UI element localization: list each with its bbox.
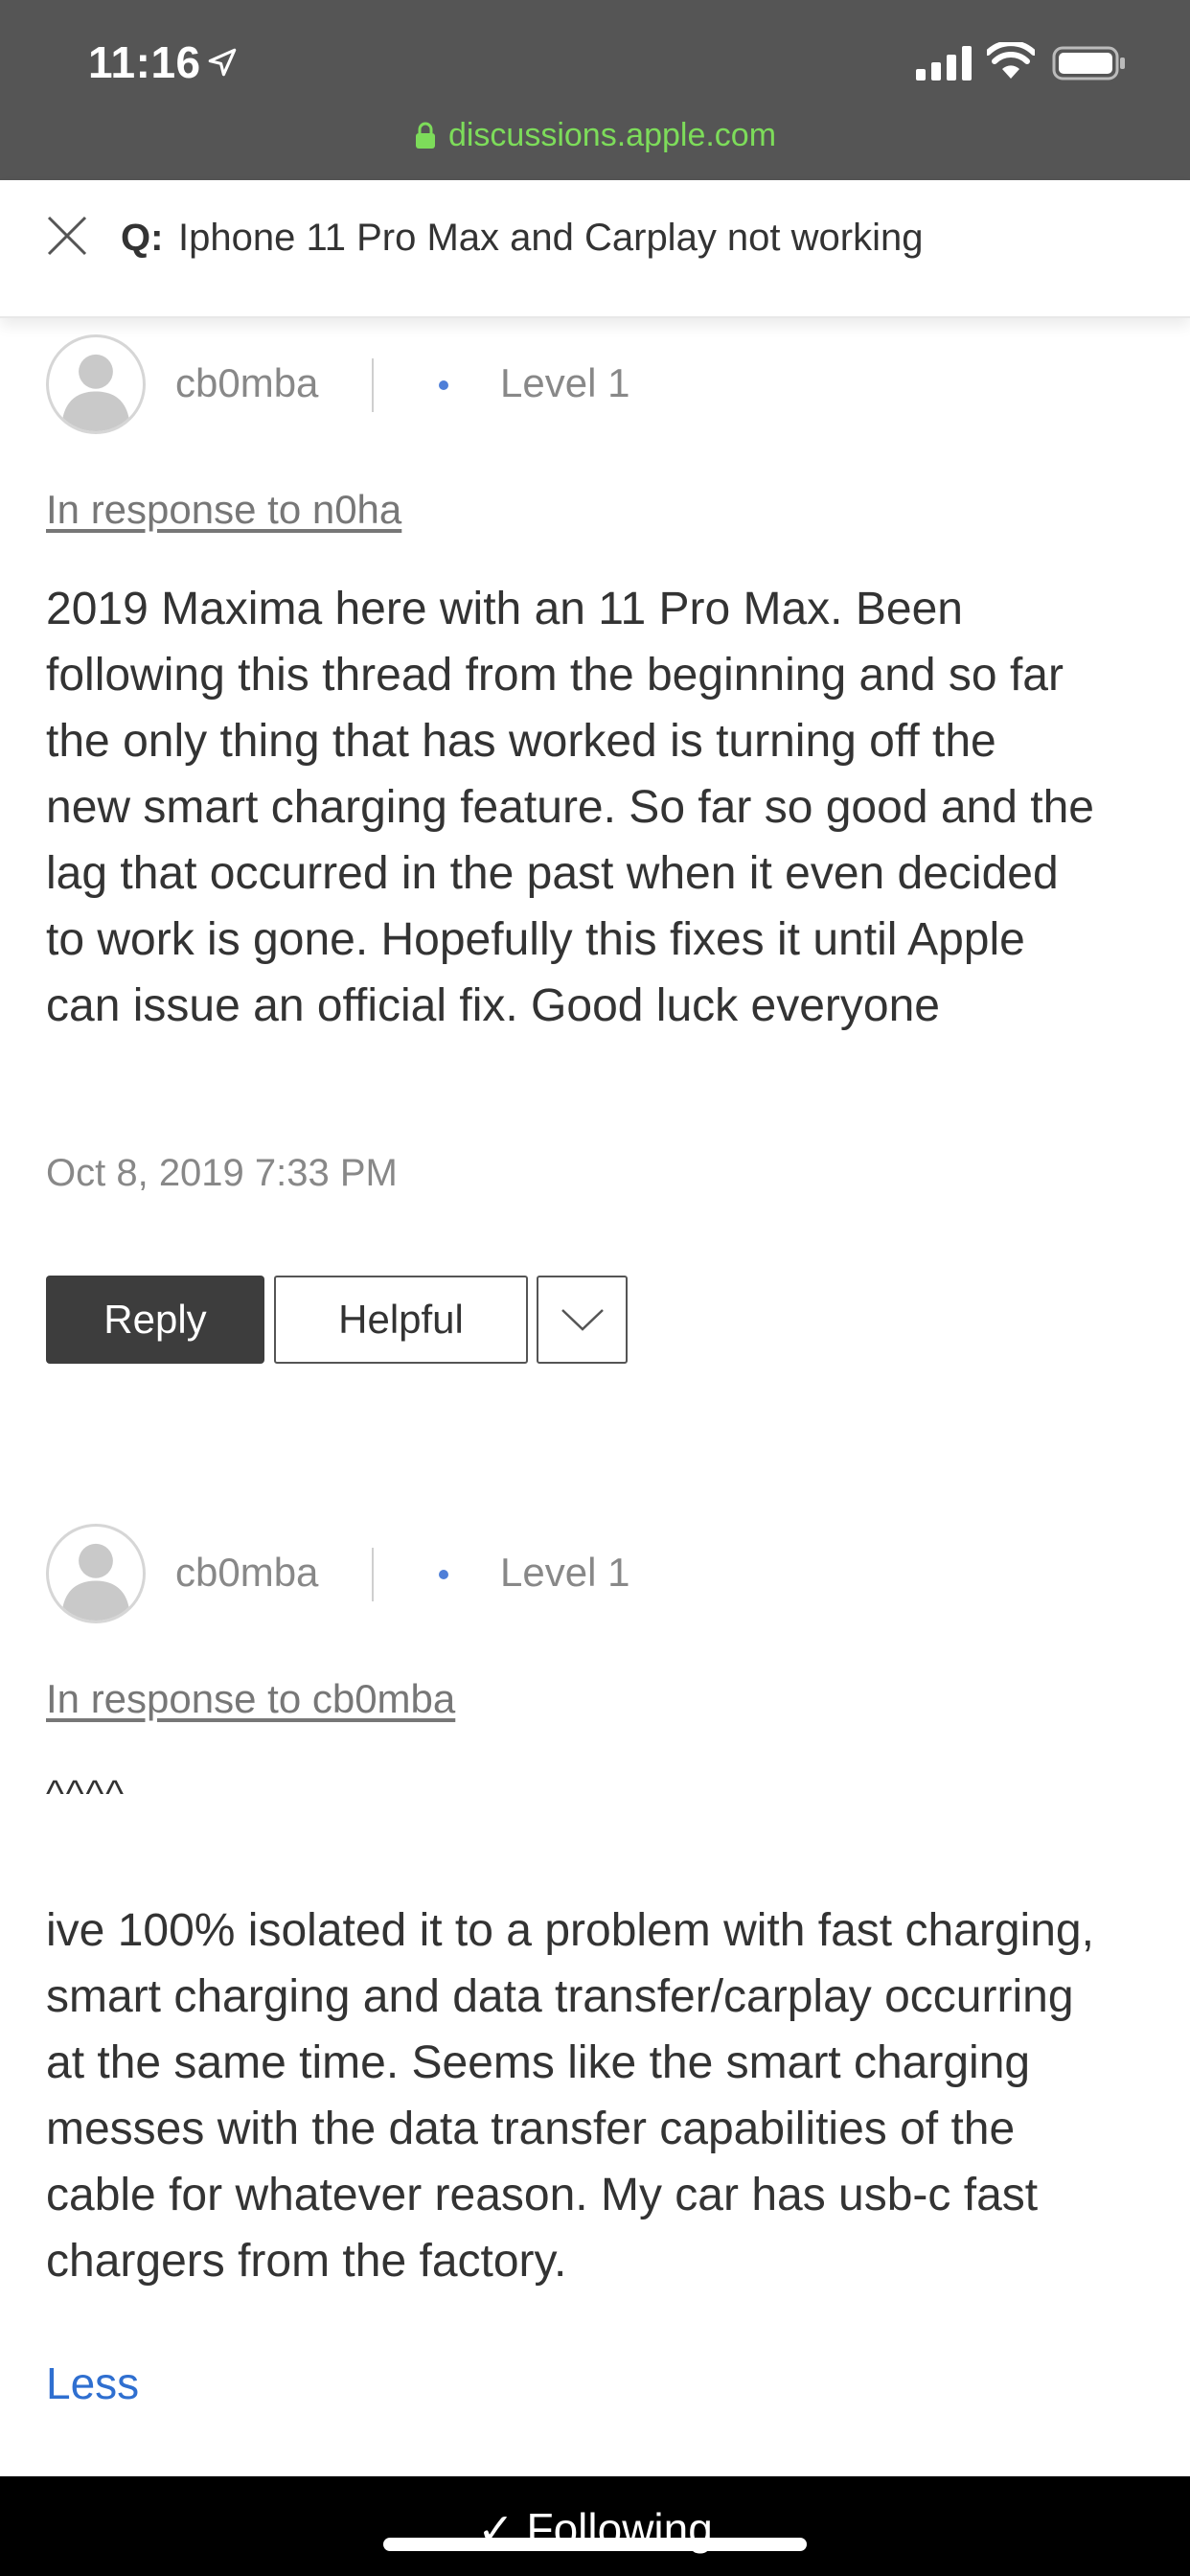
reply-button[interactable]: Reply: [46, 1276, 264, 1364]
post-body-line: the only thing that has worked is turnin…: [46, 716, 996, 767]
post-body-line: can issue an official fix. Good luck eve…: [46, 980, 940, 1031]
post-body-line: ive 100% isolated it to a problem with f…: [46, 1905, 1094, 1956]
in-response-link[interactable]: In response to n0ha: [46, 487, 401, 533]
post-author-name[interactable]: cb0mba: [175, 360, 318, 406]
in-response-link[interactable]: In response to cb0mba: [46, 1676, 455, 1722]
post-author-name[interactable]: cb0mba: [175, 1550, 318, 1596]
post-carets: ^^^^: [46, 1773, 126, 1815]
post-date: Oct 8, 2019 7:33 PM: [46, 1152, 398, 1194]
post-body-line: at the same time. Seems like the smart c…: [46, 2037, 1031, 2088]
author-level: Level 1: [500, 360, 630, 405]
lock-icon: [415, 122, 435, 149]
author-divider: [372, 1548, 374, 1601]
post-body-line: lag that occurred in the past when it ev…: [46, 848, 1059, 899]
browser-status-bar: 11:16 discussions.apple.com: [0, 0, 1190, 180]
post-body-line: 2019 Maxima here with an 11 Pro Max. Bee…: [46, 584, 963, 634]
author-divider: [372, 358, 374, 412]
post-body-line: messes with the data transfer capabiliti…: [46, 2104, 1016, 2154]
helpful-button[interactable]: Helpful: [274, 1276, 528, 1364]
close-icon[interactable]: [46, 215, 88, 257]
post-body-line: cable for whatever reason. My car has us…: [46, 2170, 1039, 2220]
avatar[interactable]: [46, 1524, 146, 1623]
chevron-down-icon: [561, 1309, 604, 1331]
author-level: Level 1: [500, 1550, 630, 1595]
url-text: discussions.apple.com: [447, 116, 777, 153]
cellular-signal-icon: [916, 46, 972, 80]
question-label: Q:: [121, 217, 164, 259]
following-bar[interactable]: ✓ Following: [0, 2476, 1190, 2576]
level-dot-icon: [439, 380, 448, 390]
user-silhouette-icon: [61, 1543, 130, 1621]
home-indicator[interactable]: [383, 2538, 807, 2551]
user-silhouette-icon: [61, 354, 130, 431]
more-options-button[interactable]: [537, 1276, 628, 1364]
wifi-icon: [987, 42, 1035, 79]
post-body-line: to work is gone. Hopefully this fixes it…: [46, 914, 1025, 965]
post-body-line: chargers from the factory.: [46, 2236, 567, 2287]
less-link[interactable]: Less: [46, 2358, 139, 2409]
avatar[interactable]: [46, 334, 146, 434]
battery-icon: [1052, 46, 1125, 80]
post-body: 2019 Maxima here with an 11 Pro Max. Bee…: [46, 576, 1157, 1039]
question-title: Iphone 11 Pro Max and Carplay not workin…: [178, 217, 924, 259]
address-bar[interactable]: discussions.apple.com: [0, 113, 1190, 157]
post-body-line: following this thread from the beginning…: [46, 650, 1064, 701]
post-body-line: new smart charging feature. So far so go…: [46, 782, 1094, 833]
post-body: ive 100% isolated it to a problem with f…: [46, 1898, 1157, 2294]
location-arrow-icon: [208, 48, 237, 77]
post-body-line: smart charging and data transfer/carplay…: [46, 1971, 1074, 2022]
status-time: 11:16: [88, 37, 201, 87]
level-dot-icon: [439, 1570, 448, 1579]
